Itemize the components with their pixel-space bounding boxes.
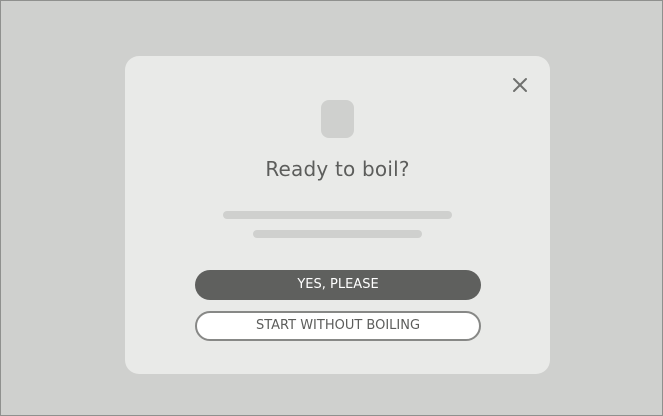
yes-please-button[interactable]: YES, PLEASE: [195, 270, 481, 300]
boil-dialog: Ready to boil? YES, PLEASE START WITHOUT…: [125, 56, 550, 374]
text-placeholder-line: [253, 230, 422, 238]
modal-backdrop[interactable]: Ready to boil? YES, PLEASE START WITHOUT…: [0, 0, 663, 416]
dialog-title: Ready to boil?: [265, 157, 410, 181]
start-without-boiling-button[interactable]: START WITHOUT BOILING: [195, 311, 481, 341]
app-icon-placeholder: [321, 100, 354, 138]
close-button[interactable]: [509, 74, 531, 96]
text-placeholder-line: [223, 211, 452, 219]
close-icon: [513, 78, 527, 92]
